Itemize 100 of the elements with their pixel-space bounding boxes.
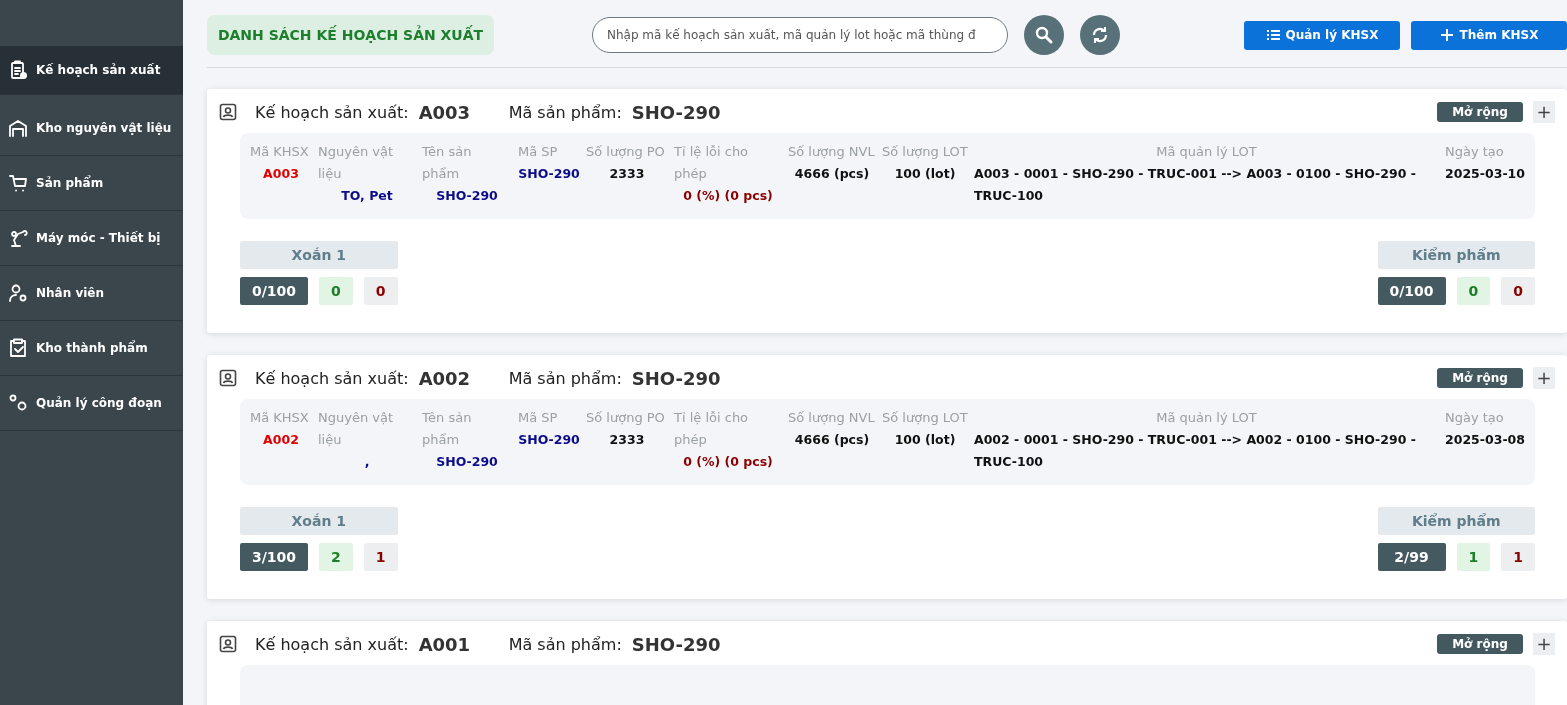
sidebar-item[interactable]: Máy móc - Thiết bị: [0, 211, 183, 266]
robot-arm-icon: [8, 228, 28, 248]
field-value: A002: [262, 431, 300, 449]
refresh-button[interactable]: [1080, 15, 1120, 55]
field-value: 100 (lot): [893, 165, 957, 183]
cart-icon: [8, 173, 28, 193]
field-label: Mã quản lý LOT: [1155, 409, 1258, 427]
stage-name: Kiểm phẩm: [1377, 507, 1535, 535]
ok-count: 1: [1456, 543, 1491, 571]
field-value: 2333: [608, 431, 646, 449]
plan-label: Kế hoạch sản xuất:: [255, 634, 409, 654]
ok-count: 0: [319, 277, 353, 305]
field-value: 4666 (pcs): [793, 431, 871, 449]
plus-icon: [1439, 28, 1454, 42]
ng-count: 0: [1501, 277, 1535, 305]
field-label: Nguyên vật liệu: [318, 409, 395, 449]
field-value: 0 (%) (0 pcs): [682, 187, 774, 205]
field-value: SHO-290: [518, 431, 580, 449]
stage-name: Xoắn 1: [240, 241, 398, 269]
clipboard-icon: [8, 60, 28, 80]
product-label: Mã sản phẩm:: [508, 102, 622, 122]
progress-count: 0/100: [1377, 277, 1446, 305]
field-value: A003 - 0001 - SHO-290 - TRUC-001 --> A003 - 0100 - SHO-290 - TRUC-100: [974, 165, 1417, 205]
field-value: 100 (lot): [893, 431, 957, 449]
add-button[interactable]: +: [1533, 367, 1555, 389]
product-code: SHO-290: [631, 633, 721, 655]
product-code: SHO-290: [631, 101, 721, 123]
field-label: Ngày tạo: [1445, 143, 1505, 161]
field-label: Tỉ lệ lỗi cho phép: [674, 143, 750, 183]
field-label: Số lượng NVL: [788, 409, 876, 427]
list-button[interactable]: Quản lý KHSX: [1244, 20, 1400, 50]
field-value: 2025-03-08: [1445, 431, 1525, 449]
field-value: ,: [363, 453, 371, 471]
field-label: Số lượng PO: [586, 409, 666, 427]
field-label: Số lượng PO: [586, 143, 666, 161]
field-label: Mã KHSX: [250, 409, 310, 427]
expand-button[interactable]: Mở rộng: [1437, 368, 1523, 388]
field-value: 2333: [608, 165, 646, 183]
field-value: SHO-290: [435, 453, 499, 471]
expand-button[interactable]: Mở rộng: [1437, 102, 1523, 122]
search-icon: [1034, 25, 1054, 45]
search-field[interactable]: Nhập mã kế hoạch sản xuất, mã quản lý lot hoặc mã thùng đ: [592, 17, 1008, 53]
add-button[interactable]: Thêm KHSX: [1411, 20, 1567, 50]
field-value: 4666 (pcs): [793, 165, 871, 183]
sidebar-item[interactable]: Kho thành phẩm: [0, 321, 183, 376]
product-label: Mã sản phẩm:: [508, 368, 622, 388]
field-label: Mã quản lý LOT: [1155, 143, 1258, 161]
field-label: Mã KHSX: [250, 143, 310, 161]
field-label: Số lượng LOT: [882, 409, 968, 427]
field-label: Tỉ lệ lỗi cho phép: [674, 409, 750, 449]
product-code: SHO-290: [631, 367, 721, 389]
user-card-icon: [219, 369, 237, 387]
field-label: Số lượng LOT: [882, 143, 968, 161]
page-title: DANH SÁCH KẾ HOẠCH SẢN XUẤT: [207, 15, 494, 55]
expand-button[interactable]: Mở rộng: [1437, 634, 1523, 654]
ng-count: 1: [363, 543, 398, 571]
progress-count: 3/100: [240, 543, 308, 571]
ng-count: 0: [363, 277, 398, 305]
plan-label: Kế hoạch sản xuất:: [255, 102, 409, 122]
user-gear-icon: [8, 283, 28, 303]
add-button[interactable]: +: [1533, 633, 1555, 655]
field-value: 2025-03-10: [1445, 165, 1525, 183]
sidebar-item[interactable]: Kế hoạch sản xuất: [0, 46, 183, 95]
ng-count: 1: [1501, 543, 1535, 571]
field-label: Tên sản phẩm: [422, 143, 473, 183]
search-button[interactable]: [1024, 15, 1064, 55]
plan-code: A001: [418, 633, 472, 655]
product-label: Mã sản phẩm:: [508, 634, 622, 654]
field-label: Nguyên vật liệu: [318, 143, 395, 183]
warehouse-icon: [8, 118, 28, 138]
field-value: A002 - 0001 - SHO-290 - TRUC-001 --> A002 - 0100 - SHO-290 - TRUC-100: [974, 431, 1417, 471]
plan-label: Kế hoạch sản xuất:: [255, 368, 409, 388]
add-button[interactable]: +: [1533, 101, 1555, 123]
plan-code: A003: [418, 101, 472, 123]
field-value: A003: [262, 165, 300, 183]
progress-count: 0/100: [240, 277, 308, 305]
plan-code: A002: [418, 367, 472, 389]
sidebar-item[interactable]: Sản phẩm: [0, 156, 183, 211]
ok-count: 2: [319, 543, 353, 571]
sidebar-item[interactable]: Nhân viên: [0, 266, 183, 321]
stage-name: Xoắn 1: [240, 507, 398, 535]
field-value: 0 (%) (0 pcs): [682, 453, 774, 471]
user-card-icon: [219, 103, 237, 121]
sidebar-item[interactable]: Kho nguyên vật liệu: [0, 101, 183, 156]
user-card-icon: [219, 635, 237, 653]
list-icon: [1265, 28, 1280, 42]
field-value: SHO-290: [435, 187, 499, 205]
field-label: Ngày tạo: [1445, 409, 1505, 427]
refresh-icon: [1090, 25, 1110, 45]
field-label: Số lượng NVL: [788, 143, 876, 161]
progress-count: 2/99: [1377, 543, 1446, 571]
field-value: SHO-290: [518, 165, 580, 183]
field-value: TO, Pet: [340, 187, 394, 205]
field-label: Mã SP: [518, 409, 559, 427]
ok-count: 0: [1456, 277, 1491, 305]
gears-icon: [8, 393, 28, 413]
stage-name: Kiểm phẩm: [1377, 241, 1535, 269]
sidebar-item[interactable]: Quản lý công đoạn: [0, 376, 183, 431]
clipboard-check-icon: [8, 338, 28, 358]
field-label: Tên sản phẩm: [422, 409, 473, 449]
